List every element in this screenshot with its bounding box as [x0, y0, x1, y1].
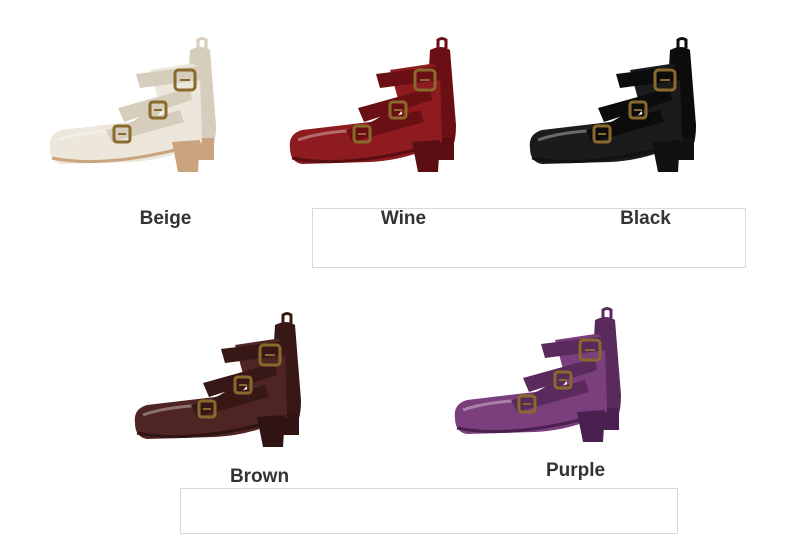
shoe-image-beige — [49, 37, 216, 172]
shoe-image-wine — [289, 37, 456, 172]
color-label-beige: Beige — [139, 208, 192, 229]
color-label-brown: Brown — [229, 466, 290, 487]
color-label-black: Black — [620, 208, 671, 229]
color-label-wine: Wine — [380, 208, 427, 229]
shoe-image-brown — [134, 312, 301, 447]
color-label-purple: Purple — [545, 460, 606, 481]
shoe-image-black — [529, 37, 696, 172]
shoe-image-purple — [454, 307, 621, 442]
